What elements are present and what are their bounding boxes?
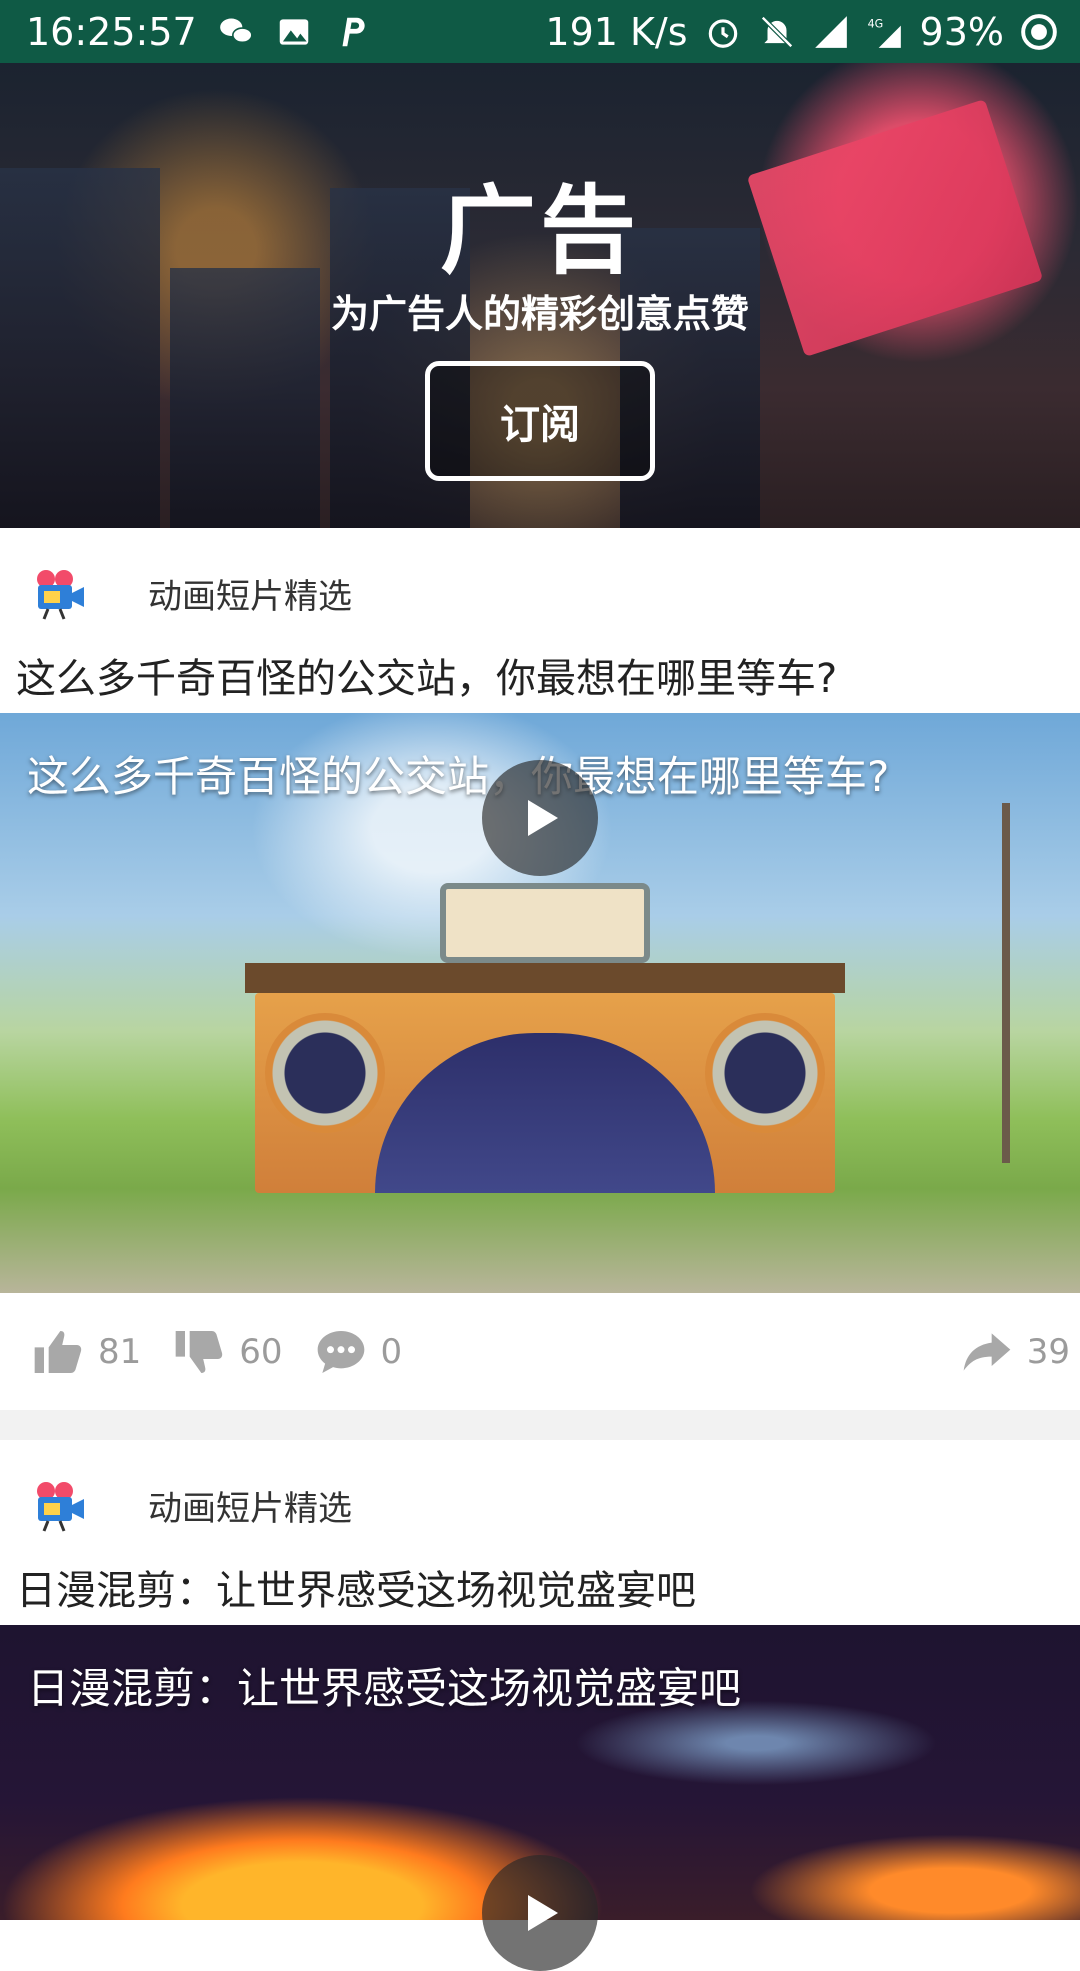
alarm-icon (704, 13, 742, 51)
mobile-data-signal-icon: 4G (866, 13, 904, 51)
bus-stop-sign (440, 883, 650, 963)
play-icon (528, 1895, 558, 1931)
comment-button[interactable]: 0 (313, 1324, 403, 1380)
post-title[interactable]: 日漫混剪：让世界感受这场视觉盛宴吧 (16, 1558, 696, 1616)
video-caption: 这么多千奇百怪的公交站，你最想在哪里等车? (27, 752, 890, 801)
dislike-button[interactable]: 60 (171, 1324, 283, 1380)
network-speed: 191 K/s (545, 9, 688, 54)
bell-off-icon (758, 13, 796, 51)
feed-card[interactable]: 动画短片精选 日漫混剪：让世界感受这场视觉盛宴吧 日漫混剪：让世界感受这场视觉盛… (0, 1440, 1080, 1920)
share-icon (963, 1332, 1011, 1371)
comment-icon (317, 1330, 364, 1373)
video-camera-icon (30, 563, 90, 623)
channel-name[interactable]: 动画短片精选 (148, 1481, 352, 1530)
channel-row[interactable]: 动画短片精选 (30, 1470, 352, 1540)
bus-stop-speaker (705, 1013, 825, 1133)
play-icon (528, 800, 558, 836)
channel-name[interactable]: 动画短片精选 (148, 569, 352, 618)
channel-row[interactable]: 动画短片精选 (30, 558, 352, 628)
video-camera-icon (30, 1475, 90, 1535)
like-button[interactable]: 81 (30, 1324, 141, 1380)
status-bar: 16:25:57 191 K/s 4G 93% (0, 0, 1080, 63)
comment-count: 0 (380, 1331, 403, 1372)
image-icon (275, 13, 313, 51)
feed-card[interactable]: 动画短片精选 这么多千奇百怪的公交站，你最想在哪里等车? 这么多千奇百怪的公交站… (0, 528, 1080, 1410)
battery-icon (1020, 13, 1058, 51)
battery-percentage: 93% (919, 9, 1004, 54)
signal-icon (812, 13, 850, 51)
dislike-count: 60 (239, 1331, 283, 1372)
play-button[interactable] (482, 760, 598, 876)
video-caption: 日漫混剪：让世界感受这场视觉盛宴吧 (27, 1664, 742, 1713)
status-time: 16:25:57 (26, 9, 197, 54)
category-title: 广告 (440, 175, 640, 287)
wechat-icon (217, 13, 255, 51)
post-title[interactable]: 这么多千奇百怪的公交站，你最想在哪里等车? (16, 646, 837, 704)
thumbs-down-icon (175, 1330, 223, 1373)
play-button[interactable] (482, 1855, 598, 1971)
bus-stop-speaker (265, 1013, 385, 1133)
thumbs-up-icon (34, 1330, 82, 1373)
windmill-illustration (1002, 803, 1010, 1163)
svg-text:4G: 4G (867, 17, 883, 30)
share-count: 39 (1026, 1331, 1070, 1372)
post-actions: 81 60 0 39 (0, 1293, 1080, 1410)
feed-divider (0, 1410, 1080, 1440)
bus-stop-illustration (245, 883, 845, 1193)
category-subtitle: 为广告人的精彩创意点赞 (330, 292, 749, 336)
category-header-banner: 广告 为广告人的精彩创意点赞 订阅 (0, 63, 1080, 528)
share-button[interactable]: 39 (959, 1324, 1070, 1380)
bus-stop-roof (245, 963, 845, 993)
subscribe-button[interactable]: 订阅 (425, 361, 655, 481)
like-count: 81 (98, 1331, 142, 1372)
p-app-icon (333, 13, 371, 51)
